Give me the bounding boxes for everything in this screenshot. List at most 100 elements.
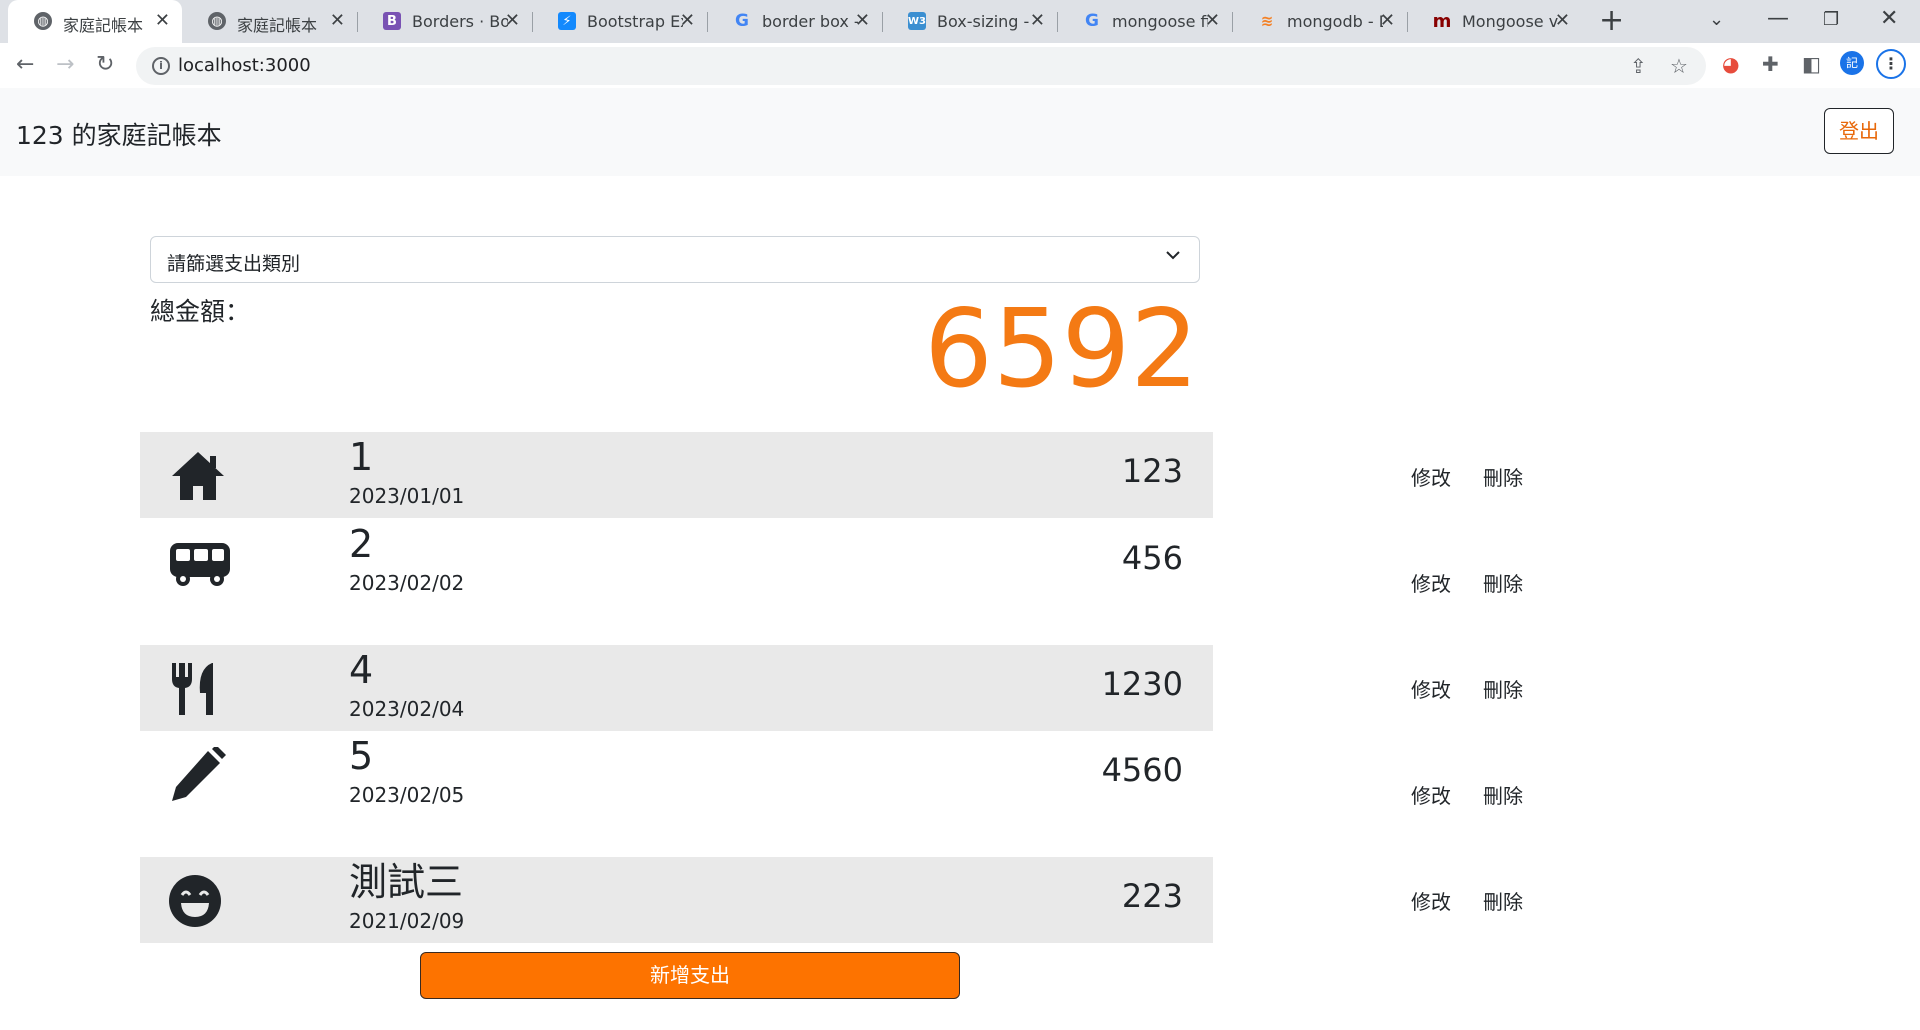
close-icon[interactable]: ✕ <box>330 10 345 31</box>
record-row: 5 2023/02/05 4560 <box>140 731 1213 817</box>
close-icon[interactable]: ✕ <box>1205 10 1220 31</box>
restore-icon[interactable]: ❐ <box>1823 9 1839 30</box>
edit-button[interactable]: 修改 <box>1411 886 1451 915</box>
tab-label: 家庭記帳本 <box>237 16 318 35</box>
stackoverflow-icon: ≋ <box>1260 12 1274 30</box>
record-date: 2023/02/05 <box>349 783 465 807</box>
record-amount: 4560 <box>1101 751 1183 789</box>
tab-label: mongoose fir <box>1112 12 1208 31</box>
browser-tab-7[interactable]: ≋ mongodb - D ✕ <box>1232 0 1407 43</box>
delete-button[interactable]: 刪除 <box>1483 886 1523 915</box>
browser-tab-8[interactable]: m Mongoose vo ✕ <box>1407 0 1582 43</box>
browser-tab-2[interactable]: B Borders · Boo ✕ <box>357 0 532 43</box>
tab-label: Box-sizing - s <box>937 12 1033 31</box>
site-info-icon[interactable]: i <box>152 57 170 75</box>
profile-avatar[interactable]: 記 <box>1840 51 1864 75</box>
record-date: 2023/02/04 <box>349 697 465 721</box>
extension-color-icon[interactable]: ◕ <box>1722 52 1739 76</box>
extensions-puzzle-icon[interactable]: ✚ <box>1762 52 1779 76</box>
delete-button[interactable]: 刪除 <box>1483 568 1523 597</box>
record-row: 2 2023/02/02 456 <box>140 519 1213 605</box>
edit-button[interactable]: 修改 <box>1411 462 1451 491</box>
mongoose-icon: m <box>1432 10 1452 32</box>
logout-button[interactable]: 登出 <box>1824 108 1894 154</box>
globe-icon: ◍ <box>34 12 52 30</box>
record-row: 4 2023/02/04 1230 <box>140 645 1213 731</box>
tab-label: Bootstrap Exa <box>587 12 683 31</box>
address-bar[interactable]: i localhost:3000 ⇪ ☆ <box>136 47 1706 85</box>
record-name: 5 <box>349 734 374 778</box>
record-amount: 1230 <box>1101 665 1183 703</box>
category-filter-select[interactable]: 請篩選支出類別 <box>150 236 1200 283</box>
page-title: 123 的家庭記帳本 <box>16 121 222 150</box>
bus-icon <box>168 535 230 591</box>
tab-label: border box - ( <box>762 12 858 31</box>
browser-tab-6[interactable]: G mongoose fir ✕ <box>1057 0 1232 43</box>
tab-label: Borders · Boo <box>412 12 508 31</box>
browser-tab-3[interactable]: ⚡ Bootstrap Exa ✕ <box>532 0 707 43</box>
utensils-icon <box>168 661 228 717</box>
smile-icon <box>168 873 228 929</box>
delete-button[interactable]: 刪除 <box>1483 780 1523 809</box>
side-panel-icon[interactable]: ◧ <box>1802 52 1821 76</box>
delete-button[interactable]: 刪除 <box>1483 462 1523 491</box>
add-expense-button[interactable]: 新增支出 <box>420 952 960 999</box>
tab-label: 家庭記帳本 <box>63 16 144 35</box>
close-icon[interactable]: ✕ <box>680 10 695 31</box>
close-icon[interactable]: ✕ <box>1380 10 1395 31</box>
record-name: 測試三 <box>349 860 464 904</box>
globe-icon: ◍ <box>208 12 226 30</box>
record-date: 2023/02/02 <box>349 571 465 595</box>
edit-button[interactable]: 修改 <box>1411 568 1451 597</box>
edit-button[interactable]: 修改 <box>1411 674 1451 703</box>
close-icon[interactable]: ✕ <box>1030 10 1045 31</box>
record-name: 4 <box>349 648 374 692</box>
record-name: 2 <box>349 522 374 566</box>
edit-button[interactable]: 修改 <box>1411 780 1451 809</box>
tab-label: Mongoose vo <box>1462 12 1558 31</box>
new-tab-button[interactable]: + <box>1599 6 1624 36</box>
bolt-icon: ⚡ <box>558 12 576 30</box>
close-icon[interactable]: ✕ <box>855 10 870 31</box>
record-row: 測試三 2021/02/09 223 <box>140 857 1213 943</box>
reload-icon[interactable]: ↻ <box>96 52 114 77</box>
browser-toolbar: ← → ↻ i localhost:3000 ⇪ ☆ <box>0 43 1920 89</box>
share-icon[interactable]: ⇪ <box>1630 54 1647 78</box>
w3-icon: W3 <box>908 12 926 30</box>
google-icon: G <box>735 11 749 31</box>
delete-button[interactable]: 刪除 <box>1483 674 1523 703</box>
total-amount-value: 6592 <box>924 287 1199 412</box>
pen-icon <box>168 745 228 803</box>
google-icon: G <box>1085 11 1099 31</box>
record-amount: 456 <box>1121 539 1183 577</box>
record-date: 2023/01/01 <box>349 484 465 508</box>
bookmark-star-icon[interactable]: ☆ <box>1670 54 1688 78</box>
total-amount-label: 總金額： <box>150 297 251 326</box>
record-amount: 123 <box>1121 452 1183 490</box>
browser-tab-4[interactable]: G border box - ( ✕ <box>707 0 882 43</box>
browser-tab-1[interactable]: ◍ 家庭記帳本 ✕ <box>182 0 357 43</box>
forward-icon[interactable]: → <box>56 52 74 77</box>
home-icon <box>168 448 228 504</box>
app-navbar: 123 的家庭記帳本 登出 <box>0 88 1920 176</box>
tab-search-icon[interactable]: ⌄ <box>1709 9 1724 30</box>
record-name: 1 <box>349 435 374 479</box>
tab-label: mongodb - D <box>1287 12 1383 31</box>
chevron-down-icon <box>1165 247 1181 268</box>
url-text[interactable]: localhost:3000 <box>178 55 311 76</box>
browser-tabstrip: ◍ 家庭記帳本 ✕ ◍ 家庭記帳本 ✕ B Borders · Boo ✕ ⚡ … <box>0 0 1920 43</box>
close-icon[interactable]: ✕ <box>505 10 520 31</box>
browser-tab-5[interactable]: W3 Box-sizing - s ✕ <box>882 0 1057 43</box>
browser-tab-0[interactable]: ◍ 家庭記帳本 ✕ <box>8 0 182 43</box>
close-icon[interactable]: ✕ <box>1555 10 1570 31</box>
minimize-icon[interactable]: — <box>1767 6 1789 31</box>
record-row: 1 2023/01/01 123 <box>140 432 1213 518</box>
record-amount: 223 <box>1121 877 1183 915</box>
category-filter-value: 請篩選支出類別 <box>167 253 301 275</box>
back-icon[interactable]: ← <box>16 52 34 77</box>
window-close-icon[interactable]: ✕ <box>1880 6 1898 31</box>
close-icon[interactable]: ✕ <box>155 10 170 31</box>
bootstrap-icon: B <box>383 12 401 30</box>
record-date: 2021/02/09 <box>349 909 465 933</box>
browser-menu-icon[interactable]: ⋮ <box>1876 49 1906 79</box>
